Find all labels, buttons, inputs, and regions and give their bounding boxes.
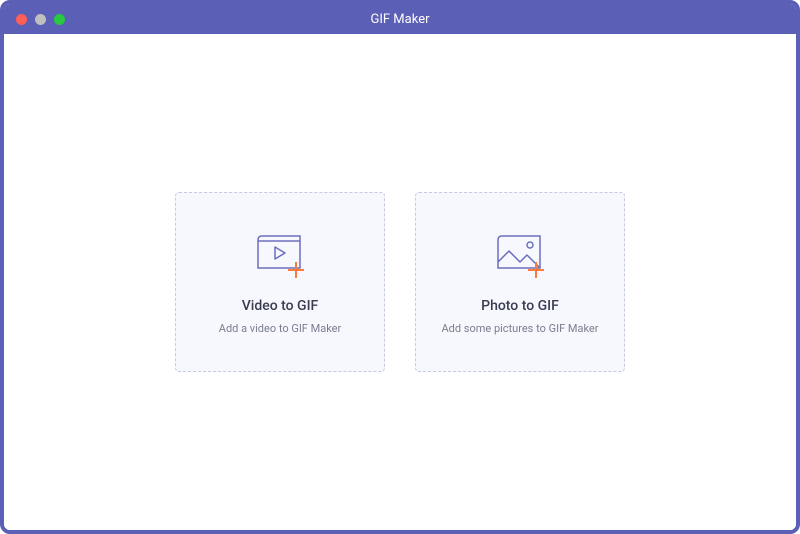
maximize-window-button[interactable] xyxy=(54,14,65,25)
window-controls xyxy=(16,14,65,25)
video-to-gif-card[interactable]: Video to GIF Add a video to GIF Maker xyxy=(175,192,385,372)
card-subtitle: Add a video to GIF Maker xyxy=(219,322,341,335)
card-title: Video to GIF xyxy=(242,298,319,314)
app-window: GIF Maker Video to GIF Add a video to GI… xyxy=(0,0,800,534)
card-title: Photo to GIF xyxy=(481,298,559,314)
photo-to-gif-card[interactable]: Photo to GIF Add some pictures to GIF Ma… xyxy=(415,192,625,372)
card-subtitle: Add some pictures to GIF Maker xyxy=(441,322,598,335)
close-window-button[interactable] xyxy=(16,14,27,25)
video-add-icon xyxy=(250,230,310,280)
titlebar: GIF Maker xyxy=(4,4,796,34)
window-title: GIF Maker xyxy=(371,12,430,27)
main-content: Video to GIF Add a video to GIF Maker Ph… xyxy=(4,34,796,530)
photo-add-icon xyxy=(490,230,550,280)
minimize-window-button[interactable] xyxy=(35,14,46,25)
